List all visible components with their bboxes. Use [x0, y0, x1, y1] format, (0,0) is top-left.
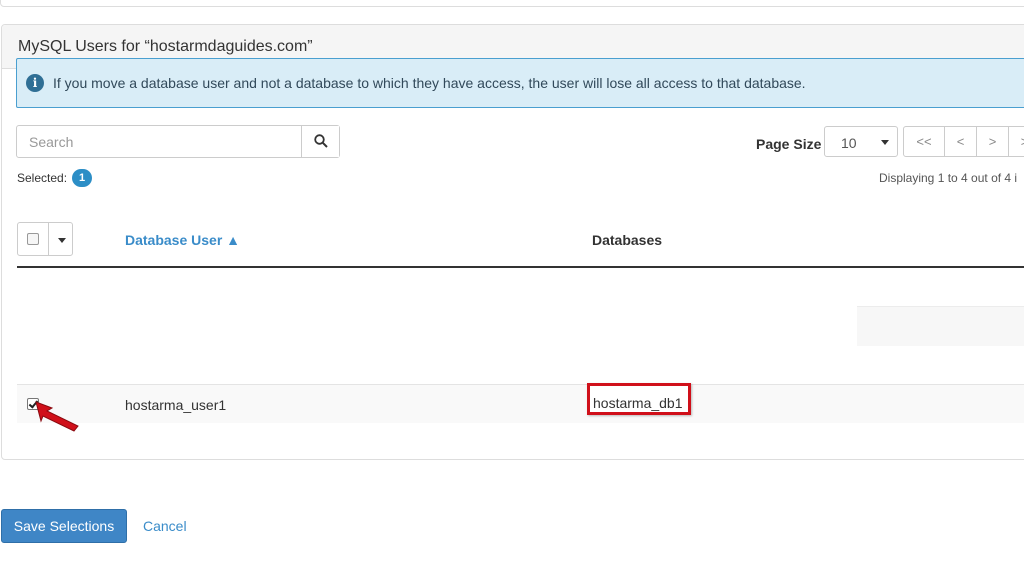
column-header-databases: Databases [592, 232, 663, 248]
selected-count-badge: 1 [72, 169, 92, 187]
page-size-value: 10 [841, 135, 857, 151]
faded-table-row [17, 268, 1024, 306]
bulk-select-dropdown[interactable] [17, 222, 73, 256]
page-size-label: Page Size [756, 136, 822, 152]
column-header-database-user[interactable]: Database User ▲ [125, 232, 240, 248]
pagination: << < > > [903, 126, 1024, 157]
prev-page-button[interactable]: < [944, 126, 977, 157]
save-selections-button[interactable]: Save Selections [1, 509, 127, 543]
chevron-down-icon [881, 140, 889, 145]
row-database-name: hostarma_db1 [593, 395, 683, 411]
alert-text: If you move a database user and not a da… [53, 75, 806, 91]
select-all-checkbox[interactable] [27, 233, 39, 245]
next-page-button[interactable]: > [976, 126, 1009, 157]
last-page-button[interactable]: > [1008, 126, 1024, 157]
previous-panel [0, 0, 1024, 7]
row-user-name: hostarma_user1 [125, 397, 227, 413]
page-size-select[interactable]: 10 [824, 126, 898, 157]
info-alert: i If you move a database user and not a … [16, 58, 1024, 108]
highlighted-database: hostarma_db1 [587, 383, 691, 415]
search-box [16, 125, 340, 158]
search-input[interactable] [17, 126, 301, 157]
info-icon: i [26, 74, 44, 92]
displaying-text: Displaying 1 to 4 out of 4 i [879, 171, 1018, 185]
table-row[interactable]: hostarma_user1 hostarma_db1 [17, 383, 1024, 423]
select-all-wrap [18, 223, 49, 255]
annotation-arrow-icon [35, 401, 79, 432]
panel-title: MySQL Users for “hostarmdaguides.com” [18, 38, 313, 55]
first-page-button[interactable]: << [903, 126, 945, 157]
faded-table-row [17, 345, 1024, 383]
cancel-link[interactable]: Cancel [143, 518, 187, 534]
search-icon [314, 134, 328, 148]
search-button[interactable] [301, 126, 339, 157]
selected-label: Selected: [17, 171, 68, 185]
faded-row-band [857, 306, 1024, 346]
chevron-down-icon[interactable] [58, 238, 66, 243]
